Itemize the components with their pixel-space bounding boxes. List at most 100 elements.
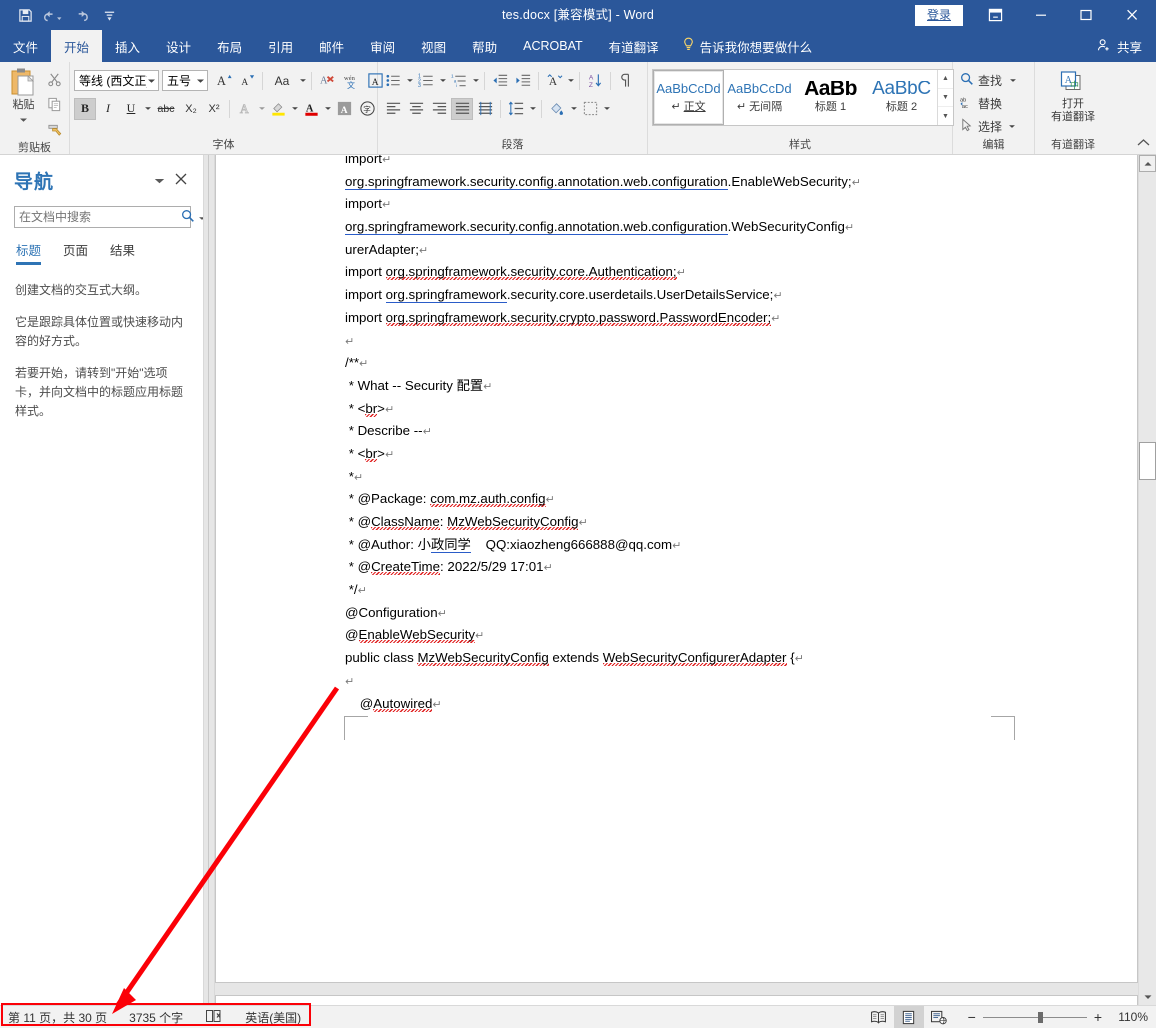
tab-insert[interactable]: 插入	[102, 30, 153, 62]
chevron-down-icon[interactable]	[154, 174, 165, 188]
undo-icon[interactable]	[40, 4, 66, 26]
multilevel-list-icon[interactable]: 1ai	[448, 70, 470, 92]
highlight-dropdown-icon[interactable]	[290, 98, 299, 120]
subscript-button[interactable]: X₂	[180, 98, 202, 120]
underline-dropdown-icon[interactable]	[143, 98, 152, 120]
grow-font-icon[interactable]: A	[213, 70, 235, 92]
scrollbar-thumb[interactable]	[1139, 442, 1156, 480]
font-color-icon[interactable]: A	[300, 98, 322, 120]
text-highlight-icon[interactable]	[267, 98, 289, 120]
navigation-search-box[interactable]	[14, 206, 205, 228]
shading-icon[interactable]	[546, 98, 568, 120]
document-text-page-1[interactable]: import↵ org.springframework.security.conf…	[345, 155, 1117, 715]
paste-dropdown-icon[interactable]	[19, 112, 28, 126]
font-color-dropdown-icon[interactable]	[323, 98, 332, 120]
paste-button[interactable]: 粘贴	[4, 65, 43, 126]
shading-dropdown-icon[interactable]	[569, 98, 578, 120]
font-size-box[interactable]: 五号	[162, 70, 208, 91]
tell-me-box[interactable]: 告诉我你想要做什么	[672, 30, 823, 62]
zoom-level[interactable]: 110%	[1112, 1010, 1148, 1024]
search-icon[interactable]	[178, 209, 198, 226]
styles-more-icon[interactable]: ▼	[938, 107, 953, 125]
borders-dropdown-icon[interactable]	[602, 98, 611, 120]
read-mode-icon[interactable]	[864, 1006, 894, 1028]
copy-icon[interactable]	[43, 93, 65, 115]
shrink-font-icon[interactable]: A	[236, 70, 258, 92]
underline-button[interactable]: U	[120, 98, 142, 120]
zoom-in-button[interactable]: +	[1094, 1009, 1102, 1025]
strikethrough-button[interactable]: abc	[153, 98, 179, 120]
language-indicator[interactable]: 英语(美国)	[245, 1009, 301, 1026]
styles-gallery-scroll[interactable]: ▲ ▼ ▼	[937, 70, 953, 125]
sort-az-icon[interactable]: AZ	[584, 70, 606, 92]
font-name-dropdown-icon[interactable]	[147, 78, 156, 84]
zoom-thumb[interactable]	[1037, 1011, 1043, 1023]
show-paragraph-marks-icon[interactable]	[615, 70, 637, 92]
style-item-no-spacing[interactable]: AaBbCcDd ↵ 无间隔	[724, 70, 795, 125]
numbering-dropdown-icon[interactable]	[438, 70, 447, 92]
nav-tab-headings[interactable]: 标题	[16, 240, 42, 265]
find-button[interactable]: 查找	[957, 69, 1020, 91]
format-painter-icon[interactable]	[43, 118, 65, 140]
change-case-dropdown-icon[interactable]	[298, 70, 307, 92]
bullets-dropdown-icon[interactable]	[405, 70, 414, 92]
character-shading-icon[interactable]: A	[333, 98, 355, 120]
tab-view[interactable]: 视图	[408, 30, 459, 62]
cut-icon[interactable]	[43, 68, 65, 90]
collapse-ribbon-icon[interactable]	[1137, 136, 1150, 150]
nav-tab-pages[interactable]: 页面	[63, 240, 88, 265]
styles-scroll-down-icon[interactable]: ▼	[938, 89, 953, 108]
tab-help[interactable]: 帮助	[459, 30, 510, 62]
line-spacing-dropdown-icon[interactable]	[528, 98, 537, 120]
justify-icon[interactable]	[451, 97, 473, 120]
save-icon[interactable]	[12, 4, 38, 26]
nav-tab-results[interactable]: 结果	[110, 240, 135, 265]
align-right-icon[interactable]	[428, 98, 450, 120]
style-item-normal[interactable]: AaBbCcDd ↵ 正文	[653, 70, 724, 125]
bold-button[interactable]: B	[74, 97, 96, 120]
decrease-indent-icon[interactable]	[489, 70, 511, 92]
enclose-characters-icon[interactable]: 字	[356, 98, 378, 120]
font-size-dropdown-icon[interactable]	[196, 78, 205, 84]
close-icon[interactable]	[175, 173, 187, 188]
bullets-icon[interactable]	[382, 70, 404, 92]
tab-references[interactable]: 引用	[255, 30, 306, 62]
word-count[interactable]: 3735 个字	[129, 1009, 183, 1026]
customize-qat-icon[interactable]	[96, 4, 122, 26]
italic-button[interactable]: I	[97, 98, 119, 120]
tab-youdao[interactable]: 有道翻译	[596, 30, 672, 62]
tab-mailings[interactable]: 邮件	[306, 30, 357, 62]
tab-design[interactable]: 设计	[153, 30, 204, 62]
align-center-icon[interactable]	[405, 98, 427, 120]
clear-formatting-icon[interactable]: A	[316, 70, 338, 92]
chinese-layout-icon[interactable]: A	[543, 70, 565, 92]
web-layout-icon[interactable]	[924, 1006, 954, 1028]
minimize-icon[interactable]	[1018, 0, 1063, 30]
font-name-box[interactable]: 等线 (西文正)	[74, 70, 159, 91]
distribute-icon[interactable]	[474, 98, 496, 120]
maximize-icon[interactable]	[1063, 0, 1108, 30]
zoom-out-button[interactable]: −	[968, 1009, 976, 1025]
increase-indent-icon[interactable]	[512, 70, 534, 92]
redo-icon[interactable]	[68, 4, 94, 26]
print-layout-icon[interactable]	[893, 1006, 924, 1028]
open-youdao-button[interactable]: A 中 打开 有道翻译	[1048, 68, 1098, 126]
zoom-slider[interactable]: − +	[968, 1009, 1102, 1025]
change-case-button[interactable]: Aa	[267, 70, 297, 92]
styles-scroll-up-icon[interactable]: ▲	[938, 70, 953, 89]
select-button[interactable]: 选择	[957, 115, 1019, 137]
style-item-heading2[interactable]: AaBbC 标题 2	[866, 70, 937, 125]
scroll-up-icon[interactable]	[1139, 155, 1156, 172]
zoom-track[interactable]	[982, 1011, 1087, 1023]
replace-button[interactable]: ab ac 替换	[957, 92, 1005, 114]
tab-review[interactable]: 审阅	[357, 30, 408, 62]
numbering-icon[interactable]: 123	[415, 70, 437, 92]
document-canvas[interactable]: import↵ org.springframework.security.conf…	[215, 155, 1138, 1005]
proofing-errors-icon[interactable]	[205, 1009, 223, 1026]
superscript-button[interactable]: X²	[203, 98, 225, 120]
tab-home[interactable]: 开始	[51, 30, 103, 62]
text-effects-icon[interactable]: A	[234, 98, 256, 120]
ribbon-display-options-icon[interactable]	[973, 0, 1018, 30]
multilevel-dropdown-icon[interactable]	[471, 70, 480, 92]
close-icon[interactable]	[1108, 0, 1156, 30]
